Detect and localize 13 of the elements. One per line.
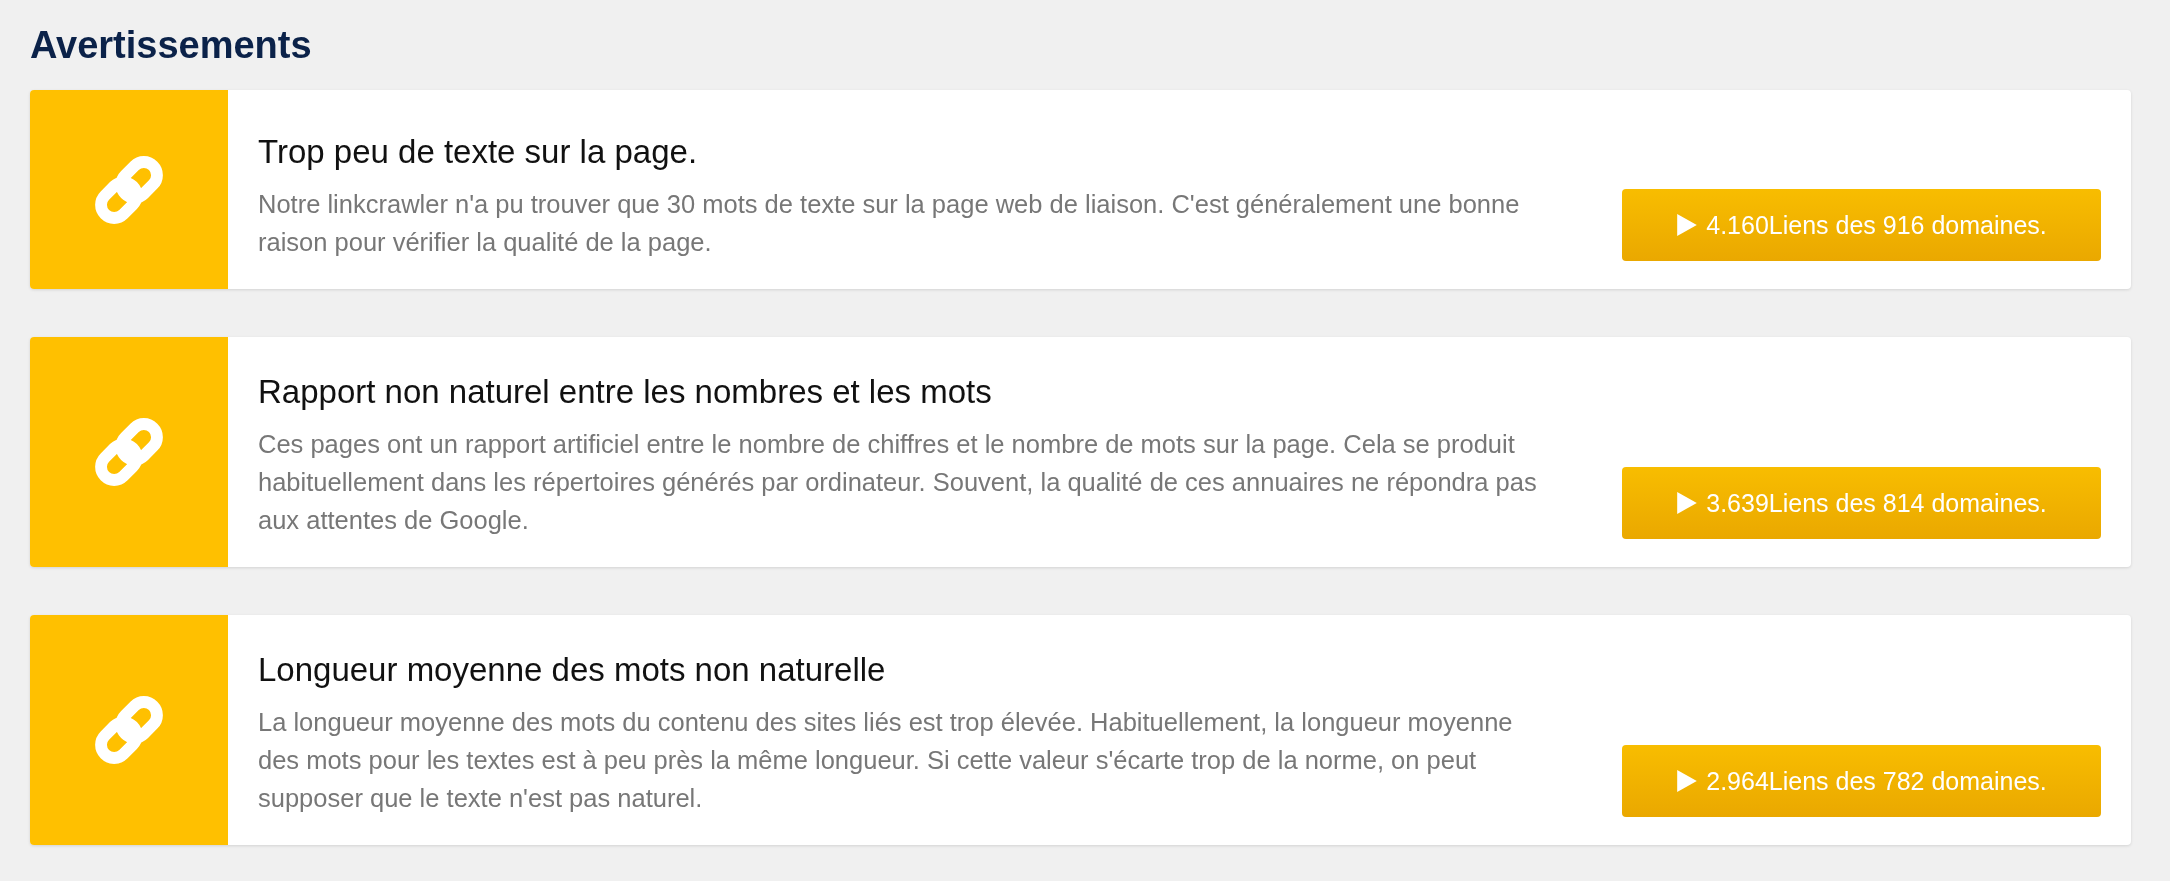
warning-description: Notre linkcrawler n'a pu trouver que 30 mots de texte sur la page web de liaison. C'est généralement une bonne raison pour vérifier la qualité de la page. bbox=[258, 189, 1521, 258]
warning-description: La longueur moyenne des mots du contenu des sites liés est trop élevée. Habituellement, la longueur moyenne des mots pour les textes est à peu près la même longueur. Si cette valeur s'écarte trop de la norme, on peut supposer que le texte n'est pas naturel. bbox=[258, 707, 1514, 814]
links-button[interactable]: 3.639Liens des 814 domaines. bbox=[1622, 467, 2101, 539]
warning-title: Rapport non naturel entre les nombres et les mots bbox=[258, 373, 993, 411]
section-heading: Avertissements bbox=[30, 23, 313, 68]
links-button[interactable]: 4.160Liens des 916 domaines. bbox=[1622, 189, 2101, 261]
warning-title: Longueur moyenne des mots non naturelle bbox=[258, 651, 887, 689]
warning-description: Ces pages ont un rapport artificiel entre le nombre de chiffres et le nombre de mots sur la page. Cela se produit habituellement dans les répertoires générés par ordinateur. Souvent, la qualité de ces annuaires ne répondra pas aux attentes de Google. bbox=[258, 429, 1538, 536]
links-button[interactable]: 2.964Liens des 782 domaines. bbox=[1622, 745, 2101, 817]
play-icon bbox=[1676, 491, 1699, 515]
warning-title: Trop peu de texte sur la page. bbox=[258, 133, 699, 171]
play-icon bbox=[1676, 769, 1699, 793]
play-icon bbox=[1676, 213, 1699, 237]
